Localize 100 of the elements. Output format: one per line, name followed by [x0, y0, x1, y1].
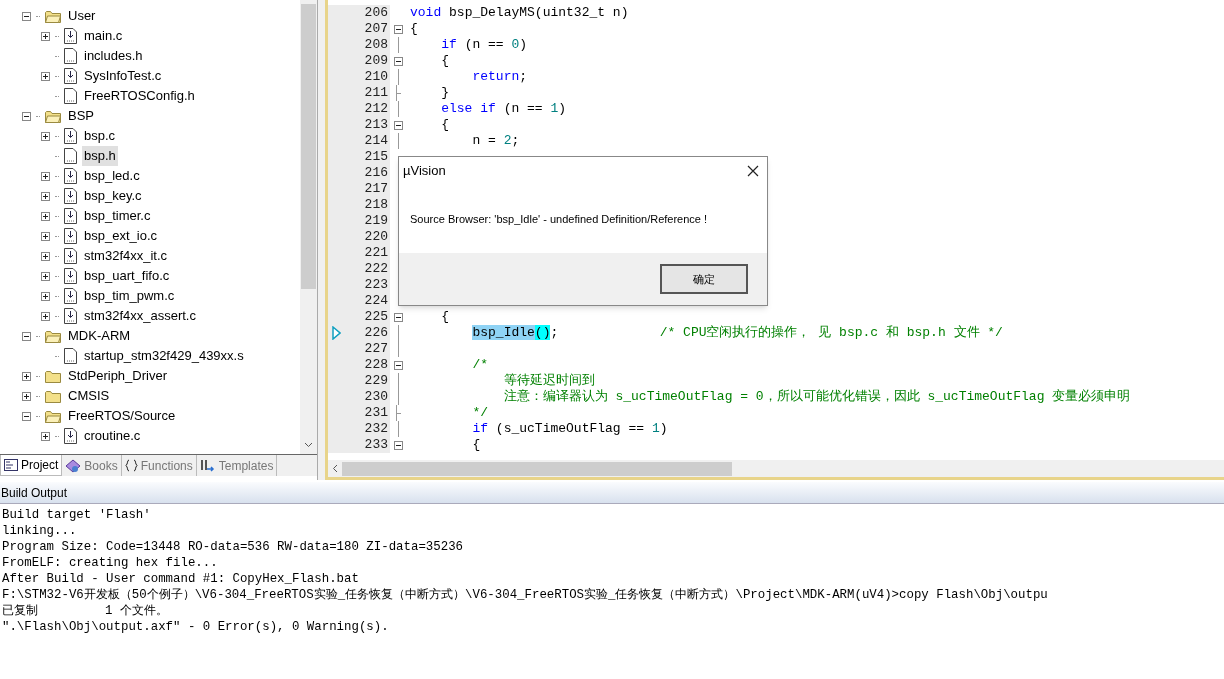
tree-item[interactable]: bsp_led.c — [82, 166, 142, 186]
line-number: 214 — [364, 132, 388, 151]
expand-toggle[interactable] — [41, 211, 50, 221]
chevron-left-icon[interactable] — [332, 464, 338, 473]
tree-item[interactable]: FreeRTOSConfig.h — [82, 86, 197, 106]
source-file-icon — [64, 208, 77, 224]
code-line: } — [440, 84, 450, 103]
tree-item[interactable]: bsp_key.c — [82, 186, 144, 206]
panel-tab[interactable]: Project — [0, 455, 63, 476]
tree-connector-line — [55, 135, 59, 137]
tree-item[interactable]: CMSIS — [66, 386, 112, 406]
tree-item[interactable]: bsp_timer.c — [82, 206, 153, 226]
panel-tab[interactable]: Books — [62, 455, 122, 476]
vertical-scrollbar[interactable] — [300, 0, 317, 454]
tree-item[interactable]: bsp.c — [82, 126, 118, 146]
source-file-icon — [64, 228, 77, 244]
code-line: else if (n == 1) — [440, 100, 567, 119]
expand-toggle[interactable] — [41, 251, 50, 261]
folder-icon — [45, 369, 61, 383]
collapse-toggle[interactable] — [394, 120, 403, 130]
panel-tab[interactable]: Templates — [196, 455, 278, 476]
expand-toggle[interactable] — [41, 191, 50, 201]
line-number: 230 — [364, 388, 388, 407]
line-number: 223 — [364, 276, 388, 295]
expand-toggle[interactable] — [41, 431, 50, 441]
line-number: 233 — [364, 436, 388, 455]
collapse-toggle[interactable] — [394, 440, 403, 450]
source-file-icon — [64, 68, 77, 84]
tree-connector-line — [55, 275, 59, 277]
expand-toggle[interactable] — [41, 271, 50, 281]
line-number: 209 — [364, 52, 388, 71]
tree-item[interactable]: MDK-ARM — [66, 326, 133, 346]
code-line: 注意：编译器认为 s_ucTimeOutFlag = 0，所以可能优化错误，因此 s_ucTimeOutFlag 变量必须申明 — [502, 388, 1131, 407]
collapse-toggle[interactable] — [22, 111, 31, 121]
chevron-down-icon[interactable] — [304, 442, 313, 448]
tree-item[interactable]: croutine.c — [82, 426, 143, 446]
expand-toggle[interactable] — [41, 231, 50, 241]
line-number: 213 — [364, 116, 388, 135]
ok-button[interactable]: 确定 — [660, 264, 748, 294]
open-folder-icon — [45, 9, 61, 23]
close-icon[interactable] — [747, 165, 759, 177]
tree-item[interactable]: BSP — [66, 106, 96, 126]
source-file-icon — [64, 268, 77, 284]
tree-item[interactable]: main.c — [82, 26, 125, 46]
code-line: 等待延迟时间到 — [502, 372, 595, 389]
tree-item[interactable]: User — [66, 6, 98, 26]
collapse-toggle[interactable] — [394, 56, 403, 66]
tree-item[interactable]: bsp.h — [82, 146, 118, 166]
tree-connector-line — [36, 335, 40, 337]
expand-toggle[interactable] — [41, 291, 50, 301]
dialog-title: µVision — [403, 162, 446, 181]
line-number: 225 — [364, 308, 388, 327]
file-icon — [64, 48, 77, 64]
open-folder-icon — [45, 329, 61, 343]
tree-item[interactable]: stm32f4xx_it.c — [82, 246, 170, 266]
source-file-icon — [64, 288, 77, 304]
expand-toggle[interactable] — [41, 31, 50, 41]
template-arrow-icon — [199, 459, 216, 472]
code-line: n = 2; — [471, 132, 520, 151]
tree-item[interactable]: stm32f4xx_assert.c — [82, 306, 198, 326]
code-line: { — [440, 308, 450, 327]
source-file-icon — [64, 28, 77, 44]
collapse-toggle[interactable] — [22, 411, 31, 421]
tree-item[interactable]: bsp_uart_fifo.c — [82, 266, 172, 286]
collapse-toggle[interactable] — [22, 11, 31, 21]
tree-item[interactable]: SysInfoTest.c — [82, 66, 164, 86]
expand-toggle[interactable] — [41, 311, 50, 321]
line-number: 229 — [364, 372, 388, 391]
line-number: 206 — [364, 4, 388, 23]
folder-icon — [45, 389, 61, 403]
tree-item[interactable]: StdPeriph_Driver — [66, 366, 169, 386]
tree-item[interactable]: startup_stm32f429_439xx.s — [82, 346, 246, 366]
tree-connector-line — [36, 375, 40, 377]
tree-item[interactable]: bsp_ext_io.c — [82, 226, 159, 246]
expand-toggle[interactable] — [41, 171, 50, 181]
line-number: 212 — [364, 100, 388, 119]
expand-toggle[interactable] — [22, 391, 31, 401]
dialog-message: Source Browser: 'bsp_Idle' - undefined Definition/Reference ! — [410, 211, 708, 227]
line-number: 219 — [364, 212, 388, 231]
expand-toggle[interactable] — [41, 71, 50, 81]
tree-connector-line — [36, 115, 40, 117]
tree-item[interactable]: bsp_tim_pwm.c — [82, 286, 177, 306]
code-line: void bsp_DelayMS(uint32_t n) — [409, 4, 629, 23]
expand-toggle[interactable] — [41, 131, 50, 141]
tree-item[interactable]: includes.h — [82, 46, 145, 66]
collapse-toggle[interactable] — [394, 24, 403, 34]
source-file-icon — [64, 128, 77, 144]
code-line: bsp_Idle(); /* CPU空闲执行的操作， 见 bsp.c 和 bsp.h 文件 */ — [471, 324, 1003, 343]
expand-toggle[interactable] — [22, 371, 31, 381]
horizontal-scrollbar[interactable] — [328, 460, 1224, 477]
collapse-toggle[interactable] — [394, 312, 403, 322]
code-line: return; — [471, 68, 528, 87]
collapse-toggle[interactable] — [394, 360, 403, 370]
tree-item[interactable]: FreeRTOS/Source — [66, 406, 178, 426]
collapse-toggle[interactable] — [22, 331, 31, 341]
line-number: 224 — [364, 292, 388, 311]
code-line: if (n == 0) — [440, 36, 528, 55]
code-line: /* — [471, 356, 489, 375]
line-number: 207 — [364, 20, 388, 39]
panel-tab[interactable]: Functions — [121, 455, 197, 476]
